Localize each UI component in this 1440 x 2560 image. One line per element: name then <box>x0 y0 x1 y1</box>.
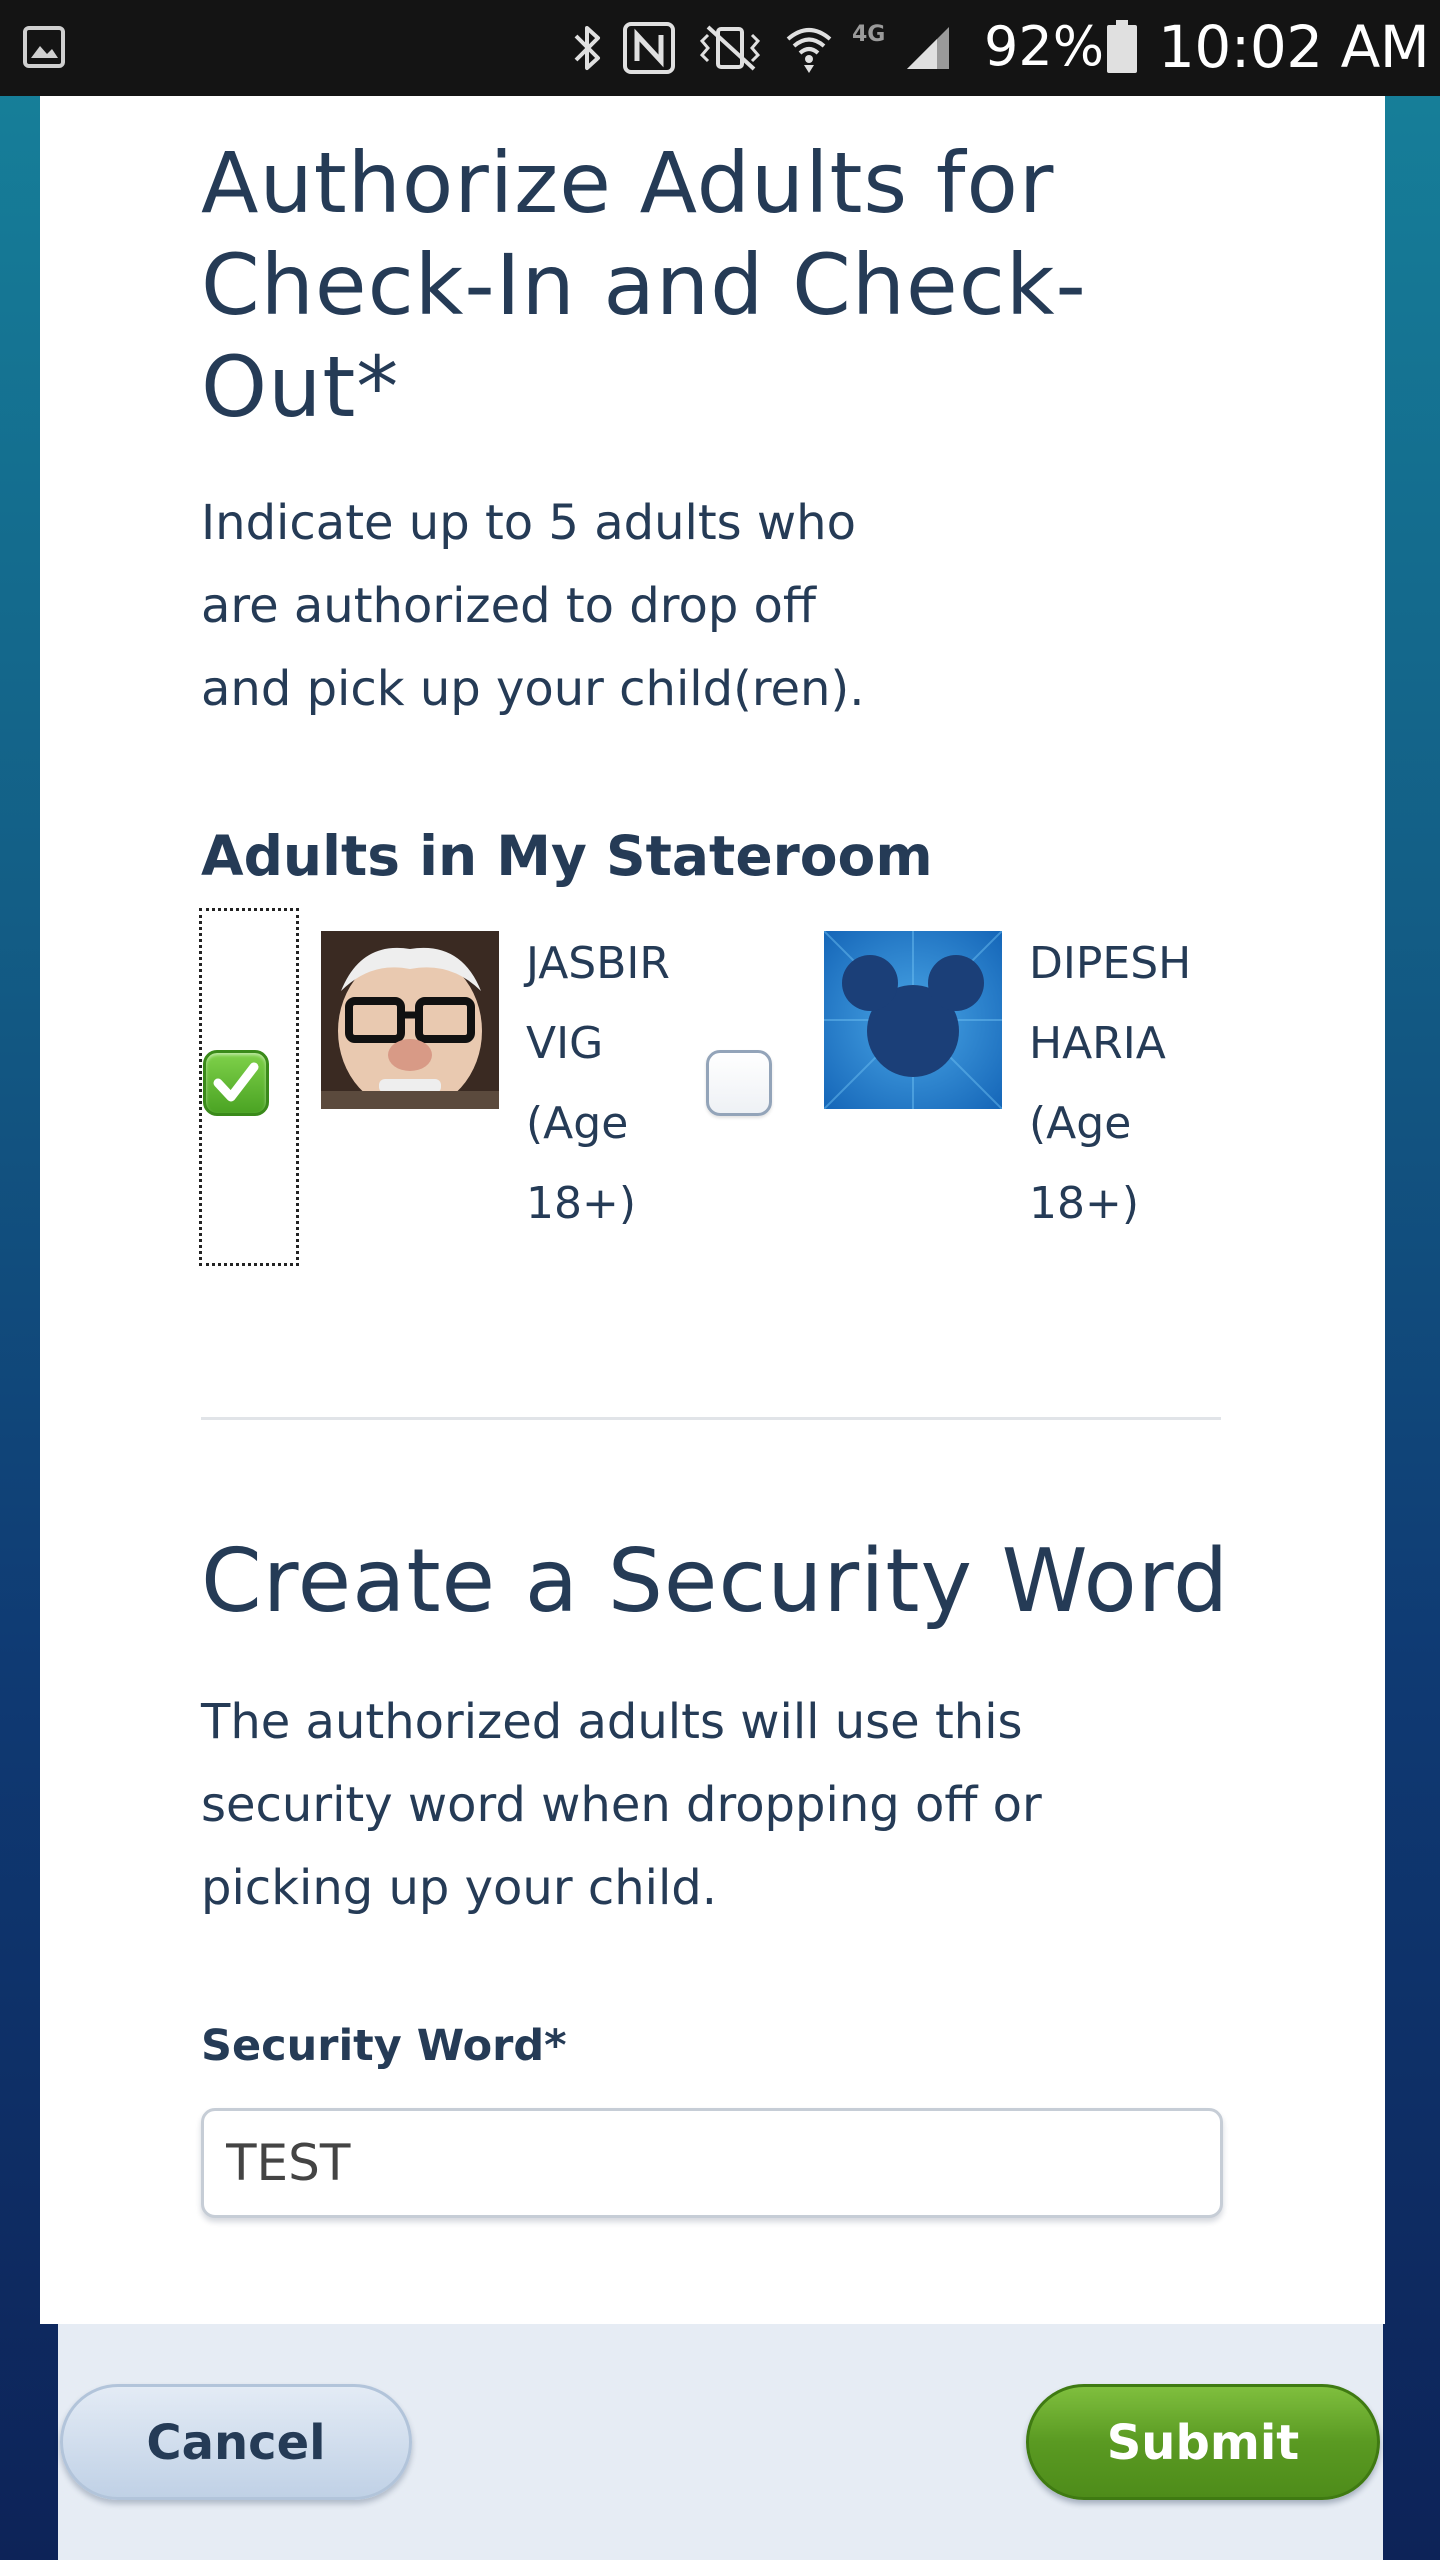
vibrate-mute-icon <box>699 25 761 71</box>
adult-first-name: DIPESH <box>1029 938 1192 989</box>
adult-checkbox-jasbir[interactable] <box>203 1050 269 1116</box>
cancel-button[interactable]: Cancel <box>60 2384 412 2500</box>
adult-name-jasbir: JASBIR VIG (Age 18+) <box>526 924 706 1244</box>
carl-avatar-icon <box>321 931 499 1109</box>
adult-last-name: HARIA <box>1029 1018 1166 1069</box>
nfc-icon <box>623 22 675 74</box>
bluetooth-icon <box>574 26 600 70</box>
adult-age-label: (Age <box>526 1098 629 1149</box>
security-word-title: Create a Security Word <box>201 1530 1230 1632</box>
security-word-description: The authorized adults will use this secu… <box>201 1694 1042 1916</box>
footer-bar: Cancel Submit <box>58 2324 1383 2560</box>
authorize-title: Authorize Adults for Check-In and Check-… <box>201 134 1087 436</box>
status-bar: 4G 92% 10:02 AM <box>0 0 1440 96</box>
clock: 10:02 AM <box>1158 13 1430 81</box>
signal-icon <box>907 27 950 69</box>
section-divider <box>201 1417 1221 1420</box>
avatar-dipesh <box>824 931 1002 1109</box>
adult-age-label: (Age <box>1029 1098 1132 1149</box>
authorize-description: Indicate up to 5 adults who are authoriz… <box>201 495 865 717</box>
wifi-icon <box>786 28 832 73</box>
stateroom-section-label: Adults in My Stateroom <box>201 824 933 888</box>
gallery-icon <box>23 26 65 68</box>
status-icons: 4G <box>570 16 971 80</box>
adult-checkbox-dipesh[interactable] <box>706 1050 772 1116</box>
submit-button[interactable]: Submit <box>1026 2384 1380 2500</box>
adult-last-name: VIG <box>526 1018 604 1069</box>
adult-name-dipesh: DIPESH HARIA (Age 18+) <box>1029 924 1209 1244</box>
adult-age-value: 18+) <box>1029 1178 1140 1229</box>
battery-percent: 92% <box>984 15 1105 78</box>
checkmark-icon <box>213 1062 259 1102</box>
security-word-input[interactable] <box>201 2108 1223 2218</box>
battery-icon <box>1107 20 1137 73</box>
mickey-avatar-icon <box>824 931 1002 1109</box>
adult-first-name: JASBIR <box>526 938 670 989</box>
adult-age-value: 18+) <box>526 1178 637 1229</box>
form-card: Authorize Adults for Check-In and Check-… <box>40 96 1385 2324</box>
security-word-label: Security Word* <box>201 2021 567 2071</box>
avatar-jasbir <box>321 931 499 1109</box>
network-type-label: 4G <box>852 22 886 47</box>
